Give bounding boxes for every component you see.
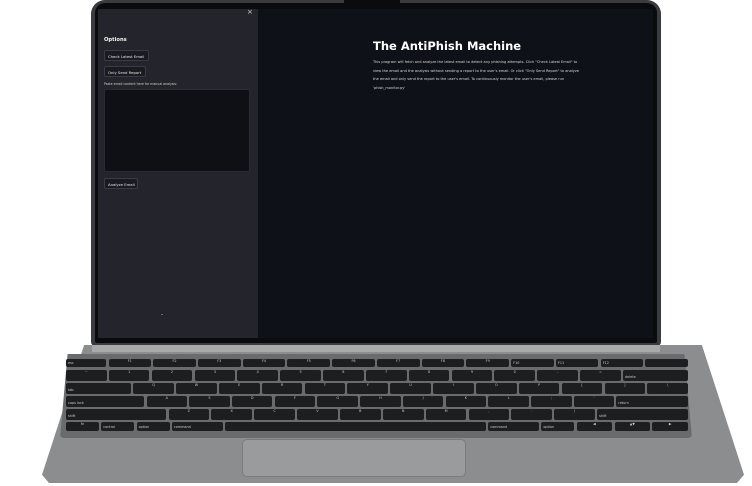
key-y[interactable]: Y (347, 383, 389, 394)
key-shift[interactable]: shift (66, 409, 167, 420)
key-.[interactable]: . (511, 409, 553, 420)
key-tab[interactable]: tab (66, 383, 132, 394)
key-q[interactable]: Q (133, 383, 174, 394)
key-t[interactable]: T (304, 383, 346, 394)
key-=[interactable]: = (580, 370, 621, 381)
trackpad[interactable] (242, 439, 466, 477)
key-'[interactable]: ' (573, 396, 615, 407)
key-,[interactable]: , (468, 409, 510, 420)
key-\[interactable]: \ (647, 383, 688, 394)
key-o[interactable]: O (475, 383, 517, 394)
key-j[interactable]: J (402, 396, 444, 407)
key-command[interactable]: command (488, 422, 540, 431)
key-i[interactable]: I (433, 383, 474, 394)
key-][interactable]: ] (604, 383, 646, 394)
key-caps-lock[interactable]: caps lock (66, 396, 145, 407)
check-latest-email-button[interactable]: Check Latest Email (104, 50, 149, 61)
key-▶[interactable]: ▶ (652, 422, 688, 431)
key-w[interactable]: W (176, 383, 217, 394)
analyze-email-button[interactable]: Analyze Email (104, 178, 138, 189)
key-command[interactable]: command (171, 422, 223, 431)
key-k[interactable]: K (445, 396, 487, 407)
key-0[interactable]: 0 (494, 370, 536, 381)
key-▲▼[interactable]: ▲▼ (614, 422, 651, 431)
key-3[interactable]: 3 (194, 370, 236, 381)
key-h[interactable]: H (360, 396, 401, 407)
key-7[interactable]: 7 (365, 370, 407, 381)
key-esc[interactable]: esc (66, 359, 107, 367)
key-v[interactable]: V (297, 409, 338, 420)
key-c[interactable]: C (254, 409, 295, 420)
key-f11[interactable]: F11 (555, 359, 599, 367)
key--[interactable]: - (537, 370, 578, 381)
key-f3[interactable]: F3 (197, 359, 241, 367)
key-f10[interactable]: F10 (511, 359, 554, 367)
key-blank-0-13[interactable] (645, 359, 688, 367)
key-option[interactable]: option (136, 422, 170, 431)
key-2[interactable]: 2 (151, 370, 193, 381)
sidebar: × Options Check Latest Email Only Send R… (98, 9, 258, 338)
email-textarea-label: Paste email content here for manual anal… (104, 82, 178, 86)
page-title: The AntiPhish Machine (373, 39, 522, 53)
key-8[interactable]: 8 (408, 370, 450, 381)
key-;[interactable]: ; (530, 396, 572, 407)
sidebar-resize-handle[interactable] (161, 314, 163, 315)
key-e[interactable]: E (218, 383, 260, 394)
key-x[interactable]: X (211, 409, 253, 420)
key-f8[interactable]: F8 (421, 359, 465, 367)
key-f1[interactable]: F1 (108, 359, 152, 367)
key-delete[interactable]: delete (622, 370, 688, 381)
key-d[interactable]: D (231, 396, 273, 407)
key-a[interactable]: A (146, 396, 188, 407)
key-u[interactable]: U (390, 383, 431, 394)
key-1[interactable]: 1 (108, 370, 150, 381)
key-g[interactable]: G (317, 396, 358, 407)
page-description: This program will fetch and analyze the … (373, 60, 579, 90)
key-f6[interactable]: F6 (332, 359, 375, 367)
only-send-report-button[interactable]: Only Send Report (104, 66, 146, 77)
key-f4[interactable]: F4 (242, 359, 286, 367)
key-n[interactable]: N (382, 409, 424, 420)
key-control[interactable]: control (101, 422, 135, 431)
key-f2[interactable]: F2 (153, 359, 196, 367)
key-b[interactable]: B (339, 409, 381, 420)
key-s[interactable]: S (189, 396, 230, 407)
key-6[interactable]: 6 (323, 370, 364, 381)
laptop-hinge (92, 345, 660, 352)
key-f7[interactable]: F7 (376, 359, 420, 367)
camera-notch (344, 0, 400, 8)
sidebar-title: Options (104, 37, 127, 43)
key-return[interactable]: return (616, 396, 688, 407)
key-◀[interactable]: ◀ (576, 422, 613, 431)
key-shift[interactable]: shift (597, 409, 688, 420)
key-5[interactable]: 5 (280, 370, 321, 381)
key-r[interactable]: R (261, 383, 303, 394)
key-option[interactable]: option (541, 422, 575, 431)
key-l[interactable]: L (488, 396, 529, 407)
key-4[interactable]: 4 (237, 370, 279, 381)
key-9[interactable]: 9 (451, 370, 493, 381)
app-screen: × Options Check Latest Email Only Send R… (98, 9, 653, 338)
email-content-textarea[interactable] (104, 89, 250, 172)
key-p[interactable]: P (518, 383, 560, 394)
key-f5[interactable]: F5 (287, 359, 331, 367)
key-/[interactable]: / (554, 409, 595, 420)
key-f9[interactable]: F9 (466, 359, 509, 367)
key-z[interactable]: Z (168, 409, 210, 420)
key-f12[interactable]: F12 (600, 359, 644, 367)
main-content: The AntiPhish Machine This program will … (258, 9, 653, 338)
key-~[interactable]: ~ (66, 370, 107, 381)
close-sidebar-icon[interactable]: × (247, 9, 253, 16)
key-f[interactable]: F (274, 396, 316, 407)
key-fn[interactable]: fn (66, 422, 100, 431)
key-blank-5-4[interactable] (225, 422, 487, 431)
key-m[interactable]: M (425, 409, 467, 420)
key-[[interactable]: [ (561, 383, 603, 394)
